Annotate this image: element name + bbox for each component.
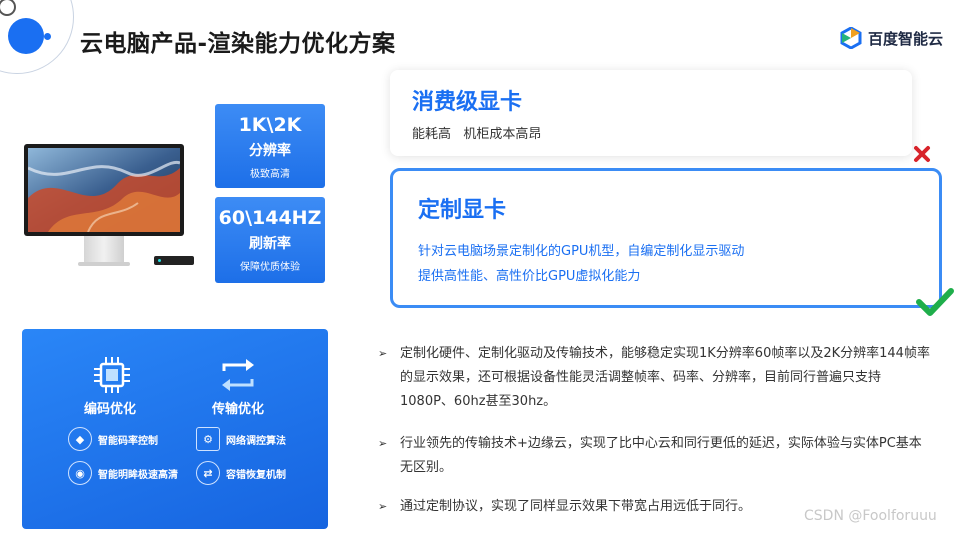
- monitor-screen-image: [28, 148, 180, 232]
- encode-optimization-label: 编码优化: [84, 402, 137, 417]
- bullet-arrow-icon: ➢: [378, 500, 388, 513]
- encode-item-hd: ◉ 智能明眸极速高清: [68, 461, 178, 485]
- encode-item-hd-label: 智能明眸极速高清: [98, 469, 178, 481]
- bullet-text-3: 通过定制协议，实现了同样显示效果下带宽占用远低于同行。: [400, 499, 752, 514]
- bullet-arrow-icon: ➢: [378, 437, 388, 450]
- custom-gpu-title: 定制显卡: [418, 198, 507, 223]
- monitor-stand: [84, 236, 124, 264]
- accept-check-icon: [916, 288, 954, 316]
- bullet-arrow-icon: ➢: [378, 347, 388, 360]
- eye-icon: ◉: [68, 461, 92, 485]
- page-title: 云电脑产品-渲染能力优化方案: [80, 31, 396, 57]
- spec-refresh-rate: 60\144HZ 刷新率 保障优质体验: [215, 197, 325, 283]
- custom-gpu-card: [390, 168, 942, 308]
- watermark: CSDN @Foolforuuu: [804, 508, 937, 524]
- spec-refresh-note: 保障优质体验: [240, 262, 300, 273]
- bullet-item-2: ➢ 行业领先的传输技术+边缘云，实现了比中心云和同行更低的延迟，实际体验与实体P…: [378, 432, 930, 480]
- encode-item-bitrate-label: 智能码率控制: [98, 435, 158, 447]
- cloud-hexagon-icon: [840, 27, 862, 49]
- spec-refresh-value: 60\144HZ: [218, 207, 322, 229]
- optimization-panel: 编码优化 传输优化 ◆ 智能码率控制 ◉ 智能明眸极速高清 ⚙ 网络调控算法 ⇄…: [22, 329, 328, 529]
- diamond-icon: ◆: [68, 427, 92, 451]
- transfer-item-recovery-label: 容错恢复机制: [226, 469, 286, 481]
- chip-icon: [94, 357, 130, 393]
- spec-resolution-value: 1K\2K: [238, 114, 302, 136]
- decor-dot-small: [44, 33, 51, 40]
- transfer-item-network: ⚙ 网络调控算法: [196, 427, 286, 451]
- bullet-text-2: 行业领先的传输技术+边缘云，实现了比中心云和同行更低的延迟，实际体验与实体PC基…: [400, 436, 922, 475]
- spec-refresh-label: 刷新率: [249, 236, 291, 252]
- transfer-item-network-label: 网络调控算法: [226, 435, 286, 447]
- bullet-text-1: 定制化硬件、定制化驱动及传输技术，能够稳定实现1K分辨率60帧率以及2K分辨率1…: [400, 346, 930, 409]
- custom-gpu-desc-2: 提供高性能、高性价比GPU虚拟化能力: [418, 269, 641, 284]
- transfer-item-recovery: ⇄ 容错恢复机制: [196, 461, 286, 485]
- bullet-item-1: ➢ 定制化硬件、定制化驱动及传输技术，能够稳定实现1K分辨率60帧率以及2K分辨…: [378, 342, 930, 414]
- spec-resolution-label: 分辨率: [249, 143, 291, 159]
- spec-resolution-note: 极致高清: [250, 169, 290, 180]
- encode-item-bitrate: ◆ 智能码率控制: [68, 427, 158, 451]
- reject-x-icon: [914, 146, 930, 162]
- logo-text: 百度智能云: [868, 29, 944, 48]
- transfer-arrows-icon: [222, 359, 254, 391]
- monitor-base: [78, 262, 130, 266]
- code-gear-icon: ⚙: [196, 427, 220, 451]
- shield-icon: ⇄: [196, 461, 220, 485]
- brand-logo: 百度智能云: [840, 27, 943, 49]
- transfer-optimization-label: 传输优化: [212, 402, 265, 417]
- mini-pc-box: [154, 256, 194, 265]
- consumer-gpu-desc: 能耗高 机柜成本高昂: [412, 127, 542, 142]
- consumer-gpu-title: 消费级显卡: [412, 90, 523, 115]
- spec-resolution: 1K\2K 分辨率 极致高清: [215, 104, 325, 188]
- decor-dot-large: [8, 18, 44, 54]
- custom-gpu-desc-1: 针对云电脑场景定制化的GPU机型，自编定制化显示驱动: [418, 244, 745, 259]
